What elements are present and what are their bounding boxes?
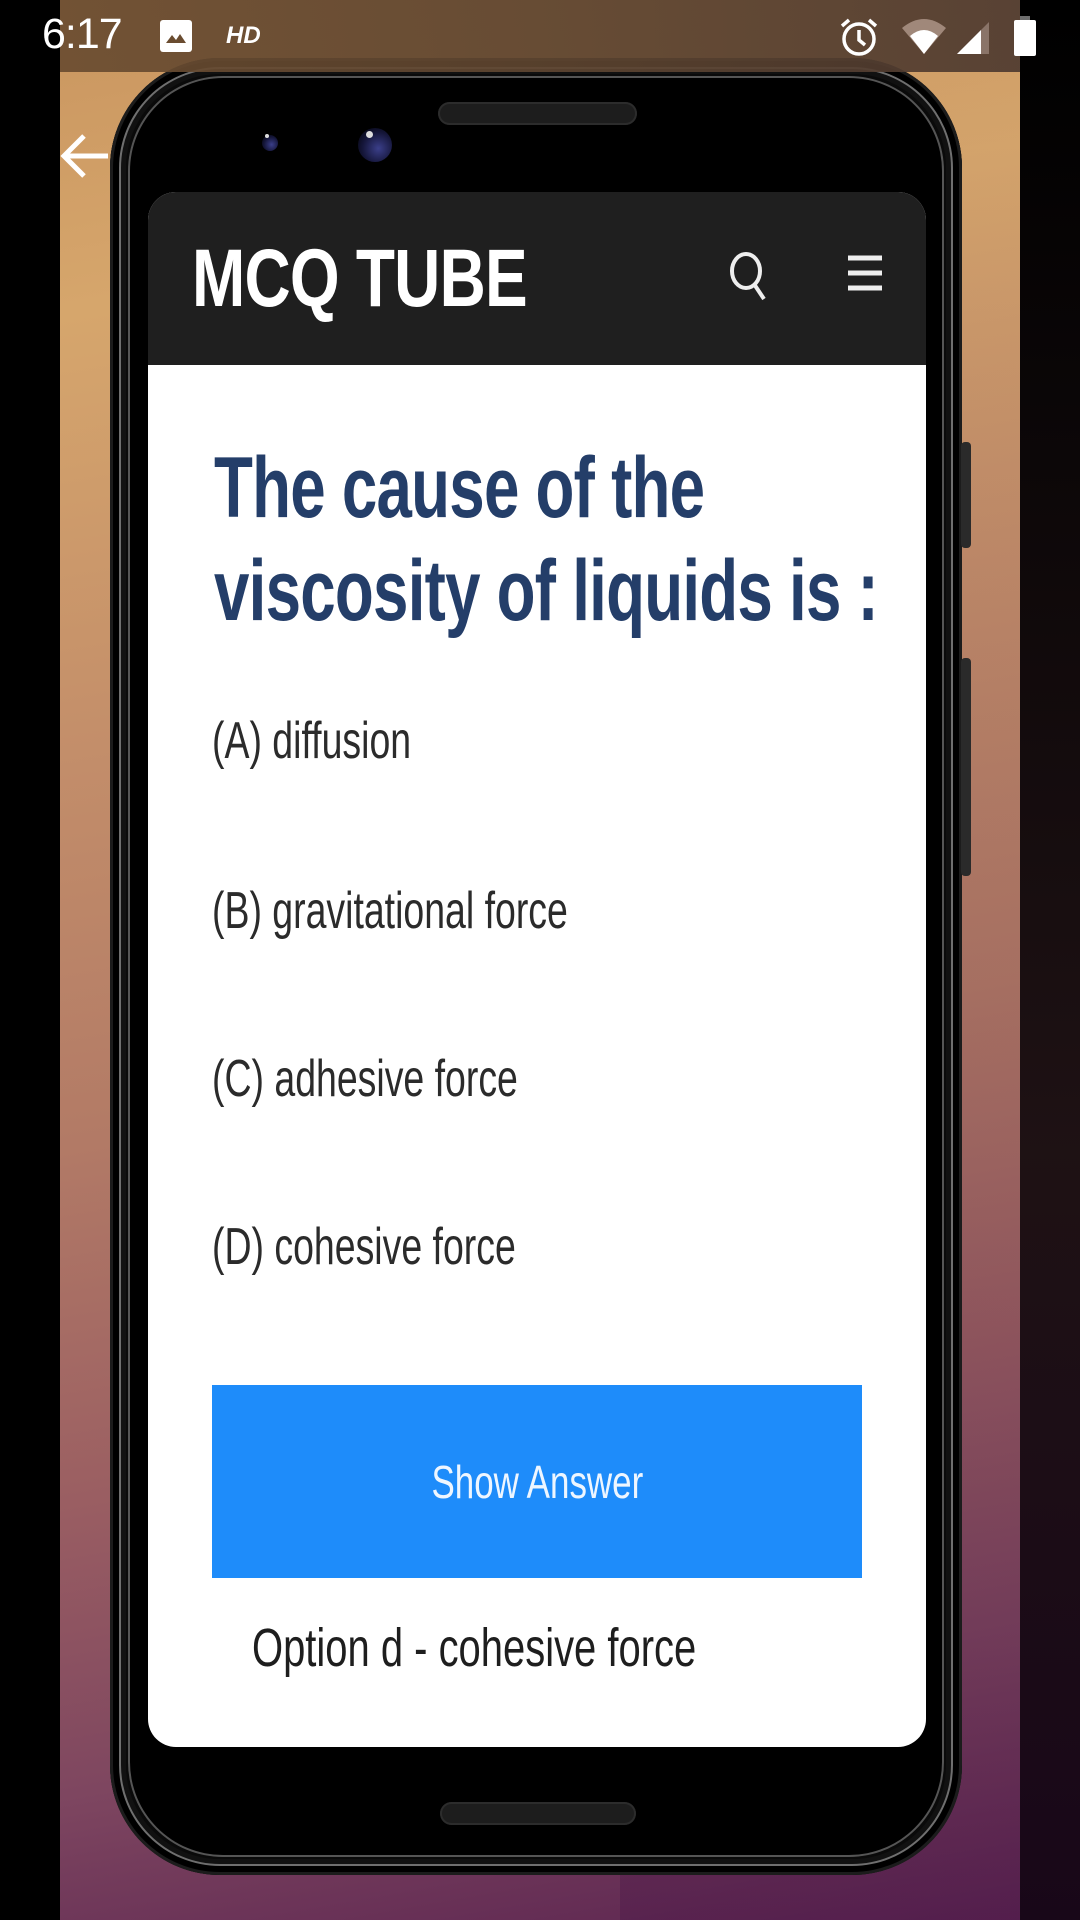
answer-text: Option d - cohesive force xyxy=(252,1618,697,1678)
show-answer-label: Show Answer xyxy=(431,1455,643,1508)
phone-sensor-icon xyxy=(262,135,278,151)
show-answer-button[interactable]: Show Answer xyxy=(212,1385,862,1578)
back-button[interactable] xyxy=(58,130,110,182)
phone-top-speaker xyxy=(438,102,637,125)
phone-sensor-glint xyxy=(265,134,269,138)
app-title: MCQ TUBE xyxy=(192,233,528,324)
option-a[interactable]: (A) diffusion xyxy=(212,711,411,771)
option-c[interactable]: (C) adhesive force xyxy=(212,1049,518,1109)
alarm-icon xyxy=(838,16,880,63)
image-notification-icon xyxy=(160,20,192,52)
battery-icon xyxy=(1013,16,1037,61)
hd-badge: HD xyxy=(226,22,261,49)
phone-bottom-speaker xyxy=(440,1802,636,1825)
option-b[interactable]: (B) gravitational force xyxy=(212,881,568,941)
option-d[interactable]: (D) cohesive force xyxy=(212,1217,516,1277)
search-button[interactable] xyxy=(726,247,772,305)
app-header: MCQ TUBE xyxy=(148,192,926,365)
search-icon xyxy=(730,252,766,301)
question-text: The cause of the viscosity of liquids is… xyxy=(214,440,879,639)
status-bar: 6:17 HD xyxy=(0,0,1080,72)
phone-camera-glint xyxy=(366,131,373,138)
phone-camera-icon xyxy=(358,128,392,162)
hamburger-menu-icon xyxy=(848,255,882,291)
phone-volume-button xyxy=(961,658,971,876)
status-time: 6:17 xyxy=(42,10,123,58)
wifi-icon xyxy=(900,18,948,61)
arrow-left-icon xyxy=(60,134,108,178)
app-screen: MCQ TUBE The cause of the viscosity of l… xyxy=(148,192,926,1747)
phone-power-button xyxy=(961,442,971,548)
menu-button[interactable] xyxy=(844,252,886,294)
cellular-signal-icon xyxy=(955,20,991,61)
